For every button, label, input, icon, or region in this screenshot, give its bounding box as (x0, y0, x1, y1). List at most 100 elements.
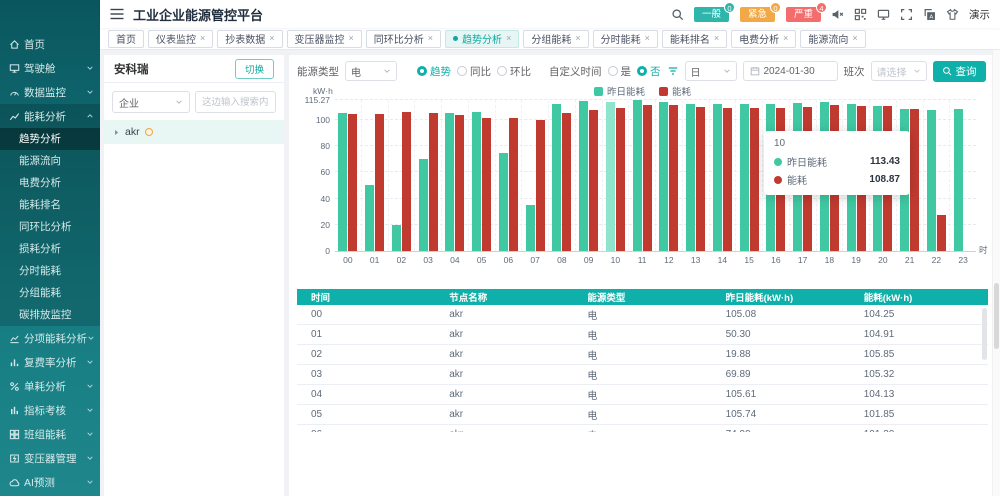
collapse-menu-icon[interactable] (110, 8, 124, 20)
tab-transformer-monitoring[interactable]: 变压器监控× (287, 30, 362, 48)
skin-icon[interactable] (946, 8, 959, 21)
legend-item-yesterday-energy[interactable]: 昨日能耗 (594, 84, 645, 98)
table-row[interactable]: 02akr电19.88105.85 (297, 345, 988, 365)
bar-group-06[interactable]: 06 (495, 100, 522, 251)
close-icon[interactable]: × (714, 34, 719, 43)
filter-sort-icon[interactable] (667, 65, 679, 77)
energy-table-container[interactable]: 时间节点名称能源类型昨日能耗(kW·h)能耗(kW·h) 00akr电105.0… (297, 289, 988, 432)
date-picker[interactable]: 2024-01-30 (743, 61, 838, 81)
sidebar-item-trend-analysis[interactable]: 趋势分析 (0, 128, 100, 150)
sidebar-item-loss-analysis[interactable]: 损耗分析 (0, 238, 100, 260)
qr-code-icon[interactable] (854, 8, 867, 21)
tab-group-energy[interactable]: 分组能耗× (523, 30, 588, 48)
sidebar-item-ai-forecast[interactable]: AI预测 (0, 470, 100, 494)
table-row[interactable]: 05akr电105.74101.85 (297, 405, 988, 425)
bar-group-04[interactable]: 04 (441, 100, 468, 251)
radio-custom-yes[interactable]: 是 (608, 64, 632, 79)
demo-button[interactable]: 演示 (969, 7, 990, 22)
tab-meter-reading[interactable]: 抄表数据× (217, 30, 282, 48)
sidebar-item-tariff-analysis[interactable]: 复费率分析 (0, 350, 100, 374)
bar-group-14[interactable]: 14 (709, 100, 736, 251)
table-scrollbar[interactable] (982, 308, 987, 360)
search-icon[interactable] (671, 8, 684, 21)
page-scrollbar[interactable] (992, 50, 1000, 496)
bar-group-09[interactable]: 09 (575, 100, 602, 251)
table-row[interactable]: 06akr电74.90101.30 (297, 425, 988, 433)
fullscreen-icon[interactable] (900, 8, 913, 21)
radio-trend[interactable]: 趋势 (417, 64, 451, 79)
org-type-select[interactable]: 企业 (112, 91, 190, 113)
sidebar-item-kpi-assessment[interactable]: 指标考核 (0, 398, 100, 422)
tree-node-akr[interactable]: akr (104, 120, 284, 144)
bar-group-12[interactable]: 12 (655, 100, 682, 251)
bar-group-23[interactable]: 23 (949, 100, 976, 251)
bar-group-10[interactable]: 10 (602, 100, 629, 251)
bar-group-11[interactable]: 11 (628, 100, 655, 251)
tab-home[interactable]: 首页 (108, 30, 144, 48)
tab-trend-analysis[interactable]: 趋势分析× (445, 30, 519, 48)
sidebar-item-team-energy[interactable]: 班组能耗 (0, 422, 100, 446)
query-button[interactable]: 查询 (933, 61, 986, 82)
bar-group-15[interactable]: 15 (735, 100, 762, 251)
bar-group-00[interactable]: 00 (335, 100, 361, 251)
switch-button[interactable]: 切换 (235, 59, 274, 79)
mute-icon[interactable] (831, 8, 844, 21)
screen-icon[interactable] (877, 8, 890, 21)
tab-energy-flow[interactable]: 能源流向× (800, 30, 865, 48)
page-scrollbar-thumb[interactable] (994, 283, 999, 349)
sidebar-item-electricity-cost[interactable]: 电费分析 (0, 172, 100, 194)
period-select[interactable]: 日 (685, 61, 737, 81)
sidebar-item-energy-flow[interactable]: 能源流向 (0, 150, 100, 172)
bar-group-05[interactable]: 05 (468, 100, 495, 251)
alarm-button-urgent[interactable]: 紧急0 (740, 7, 775, 22)
tree-search-input[interactable] (195, 91, 276, 113)
table-row[interactable]: 01akr电50.30104.91 (297, 325, 988, 345)
table-row[interactable]: 00akr电105.08104.25 (297, 305, 988, 325)
sidebar-item-period-comparison[interactable]: 同环比分析 (0, 216, 100, 238)
sidebar-item-time-energy[interactable]: 分时能耗 (0, 260, 100, 282)
close-icon[interactable]: × (349, 34, 354, 43)
radio-custom-no[interactable]: 否 (637, 64, 661, 79)
sidebar-item-item-energy-analysis[interactable]: 分项能耗分析 (0, 326, 100, 350)
tab-energy-ranking[interactable]: 能耗排名× (662, 30, 727, 48)
close-icon[interactable]: × (575, 34, 580, 43)
close-icon[interactable]: × (200, 34, 205, 43)
bar-group-13[interactable]: 13 (682, 100, 709, 251)
close-icon[interactable]: × (506, 34, 511, 43)
bar-group-08[interactable]: 08 (548, 100, 575, 251)
bar-group-02[interactable]: 02 (388, 100, 415, 251)
legend-item-energy[interactable]: 能耗 (659, 84, 691, 98)
tab-period-comparison[interactable]: 同环比分析× (366, 30, 441, 48)
close-icon[interactable]: × (852, 34, 857, 43)
radio-mom[interactable]: 环比 (497, 64, 531, 79)
caret-right-icon[interactable] (113, 129, 120, 136)
table-row[interactable]: 03akr电69.89105.32 (297, 365, 988, 385)
tab-time-energy[interactable]: 分时能耗× (593, 30, 658, 48)
alarm-button-normal[interactable]: 一般0 (694, 7, 729, 22)
bar-group-07[interactable]: 07 (521, 100, 548, 251)
table-row[interactable]: 04akr电105.61104.13 (297, 385, 988, 405)
bar-group-22[interactable]: 22 (923, 100, 950, 251)
sidebar-item-group-energy[interactable]: 分组能耗 (0, 282, 100, 304)
bar-group-01[interactable]: 01 (361, 100, 388, 251)
sidebar-item-energy-ranking[interactable]: 能耗排名 (0, 194, 100, 216)
close-icon[interactable]: × (269, 34, 274, 43)
sidebar-item-carbon-monitoring[interactable]: 碳排放监控 (0, 304, 100, 326)
close-icon[interactable]: × (783, 34, 788, 43)
close-icon[interactable]: × (645, 34, 650, 43)
sidebar-item-data-monitoring[interactable]: 数据监控 (0, 80, 100, 104)
sidebar-item-home[interactable]: 首页 (0, 32, 100, 56)
sidebar-item-transformer-mgmt[interactable]: 变压器管理 (0, 446, 100, 470)
energy-type-select[interactable]: 电 (345, 61, 397, 81)
sidebar-item-unit-consumption[interactable]: 单耗分析 (0, 374, 100, 398)
tab-electricity-cost[interactable]: 电费分析× (731, 30, 796, 48)
close-icon[interactable]: × (428, 34, 433, 43)
shift-select[interactable]: 请选择 (871, 61, 927, 81)
bar-group-03[interactable]: 03 (414, 100, 441, 251)
tab-meter-monitoring[interactable]: 仪表监控× (148, 30, 213, 48)
alarm-button-severe[interactable]: 严重4 (786, 7, 821, 22)
translate-icon[interactable]: A (923, 8, 936, 21)
sidebar-item-cockpit[interactable]: 驾驶舱 (0, 56, 100, 80)
radio-yoy[interactable]: 同比 (457, 64, 491, 79)
sidebar-item-energy-analysis[interactable]: 能耗分析 (0, 104, 100, 128)
